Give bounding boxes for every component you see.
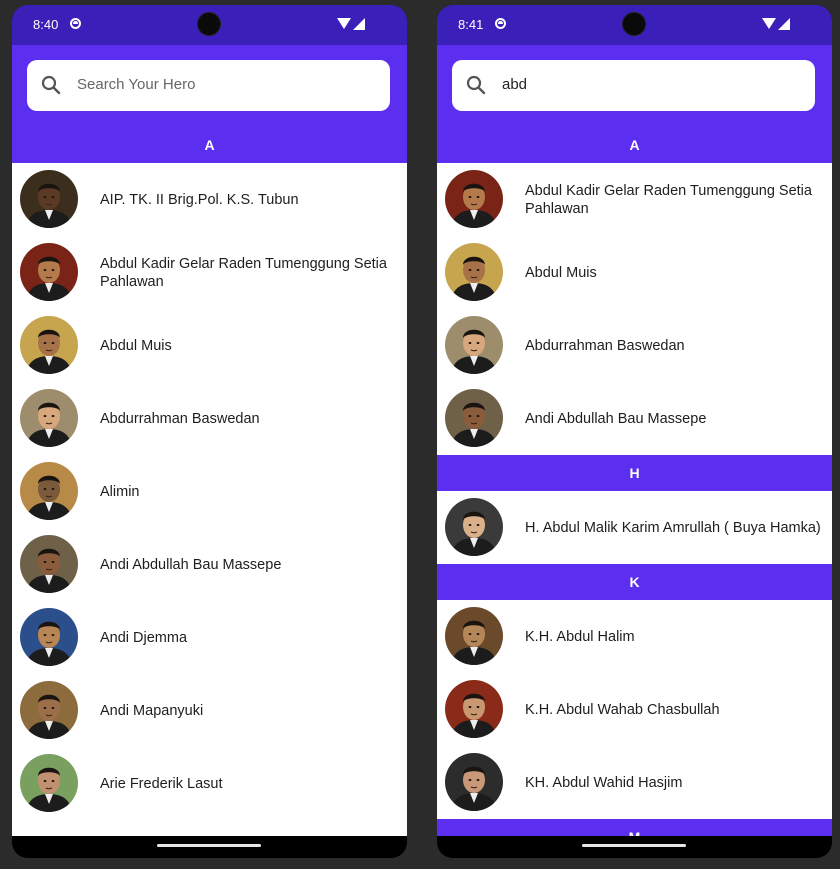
cellular-signal-icon [778, 18, 790, 30]
hero-avatar [20, 243, 78, 301]
hero-name: Abdul Kadir Gelar Raden Tumenggung Setia… [525, 182, 812, 217]
hero-avatar [445, 316, 503, 374]
status-time: 8:41 [458, 17, 484, 32]
hero-avatar [445, 680, 503, 738]
hero-avatar [445, 498, 503, 556]
cellular-signal-icon [353, 18, 365, 30]
hero-list-item[interactable]: Arie Frederik Lasut [12, 747, 407, 820]
hero-avatar [20, 681, 78, 739]
hero-avatar [445, 170, 503, 228]
hero-avatar [20, 462, 78, 520]
hero-list-item[interactable]: Abdul Muis [12, 309, 407, 382]
hero-name: Andi Abdullah Bau Massepe [100, 556, 282, 573]
hero-name: Abdul Muis [525, 264, 597, 281]
hero-avatar [445, 389, 503, 447]
hero-name: Arie Frederik Lasut [100, 775, 223, 792]
app-header: abd [437, 45, 832, 127]
hero-avatar [20, 389, 78, 447]
hero-list-item[interactable]: H. Abdul Malik Karim Amrullah ( Buya Ham… [437, 491, 832, 564]
search-input[interactable]: abd [502, 76, 527, 93]
search-icon [466, 75, 486, 95]
section-header: A [437, 127, 832, 163]
hero-name: KH. Abdul Wahid Hasjim [525, 774, 683, 791]
section-header: K [437, 564, 832, 600]
hero-name: Andi Djemma [100, 629, 188, 646]
hero-avatar [20, 754, 78, 812]
hero-list: A AIP. TK. II Brig.Pol. K.S. Tubun Abdul K… [12, 127, 407, 836]
hero-name: AIP. TK. II Brig.Pol. K.S. Tubun [100, 191, 299, 208]
hero-name: H. Abdul Malik Karim Amrullah ( Buya Ham… [525, 519, 821, 536]
hero-name: Abdul Kadir Gelar Raden Tumenggung Setia… [100, 255, 387, 290]
hero-name: Abdurrahman Baswedan [525, 337, 685, 354]
hero-name: Abdul Muis [100, 337, 172, 354]
hero-avatar [20, 316, 78, 374]
hero-list-item[interactable]: Abdul Muis [437, 236, 832, 309]
hero-name: Abdurrahman Baswedan [100, 410, 260, 427]
hero-list-item[interactable]: Abdurrahman Baswedan [12, 382, 407, 455]
hero-avatar [20, 170, 78, 228]
hero-name: Alimin [100, 483, 140, 500]
hero-list: A Abdul Kadir Gelar Raden Tumenggung Seti… [437, 127, 832, 836]
hero-name: Andi Mapanyuki [100, 702, 204, 719]
front-camera [622, 12, 646, 36]
app-header: Search Your Hero [12, 45, 407, 127]
section-header: A [12, 127, 407, 163]
wifi-icon [337, 18, 351, 29]
home-gesture-bar[interactable] [582, 844, 686, 847]
hero-list-item[interactable]: K.H. Abdul Halim [437, 600, 832, 673]
hero-avatar [445, 753, 503, 811]
hero-list-item[interactable]: Andi Abdullah Bau Massepe [437, 382, 832, 455]
hero-name: K.H. Abdul Wahab Chasbullah [525, 701, 720, 718]
hero-list-item[interactable]: Abdul Kadir Gelar Raden Tumenggung Setia… [437, 163, 832, 236]
hero-avatar [445, 243, 503, 301]
hero-list-item[interactable]: Abdul Kadir Gelar Raden Tumenggung Setia… [12, 236, 407, 309]
section-header: H [437, 455, 832, 491]
search-bar[interactable]: Search Your Hero [27, 60, 390, 111]
status-time: 8:40 [33, 17, 59, 32]
hero-avatar [445, 607, 503, 665]
hero-list-item[interactable]: Alimin [12, 455, 407, 528]
status-bar: 8:40 [12, 5, 407, 45]
front-camera [197, 12, 221, 36]
navigation-bar [12, 836, 407, 858]
search-bar[interactable]: abd [452, 60, 815, 111]
status-bar: 8:41 [437, 5, 832, 45]
home-gesture-bar[interactable] [157, 844, 261, 847]
hero-list-item[interactable]: Andi Abdullah Bau Massepe [12, 528, 407, 601]
status-icons [337, 18, 367, 32]
hero-list-item[interactable]: Andi Mapanyuki [12, 674, 407, 747]
status-icons [762, 18, 792, 32]
wifi-icon [762, 18, 776, 29]
hero-list-item[interactable]: AIP. TK. II Brig.Pol. K.S. Tubun [12, 163, 407, 236]
hero-list-item[interactable]: Abdurrahman Baswedan [437, 309, 832, 382]
phone-screen-right: 8:41 abd A Abdul Kadir Gelar Raden Tumenggu… [437, 5, 832, 858]
app-notification-icon [70, 18, 81, 29]
search-icon [41, 75, 61, 95]
search-input[interactable]: Search Your Hero [77, 76, 195, 93]
hero-name: Andi Abdullah Bau Massepe [525, 410, 707, 427]
hero-name: K.H. Abdul Halim [525, 628, 635, 645]
section-header: M [437, 819, 832, 836]
navigation-bar [437, 836, 832, 858]
hero-list-item[interactable]: KH. Abdul Wahid Hasjim [437, 746, 832, 819]
hero-avatar [20, 535, 78, 593]
hero-avatar [20, 608, 78, 666]
app-notification-icon [495, 18, 506, 29]
hero-list-item[interactable]: K.H. Abdul Wahab Chasbullah [437, 673, 832, 746]
hero-list-item[interactable]: Andi Djemma [12, 601, 407, 674]
phone-screen-left: 8:40 Search Your Hero A AIP. TK. II Brig.Po… [12, 5, 407, 858]
